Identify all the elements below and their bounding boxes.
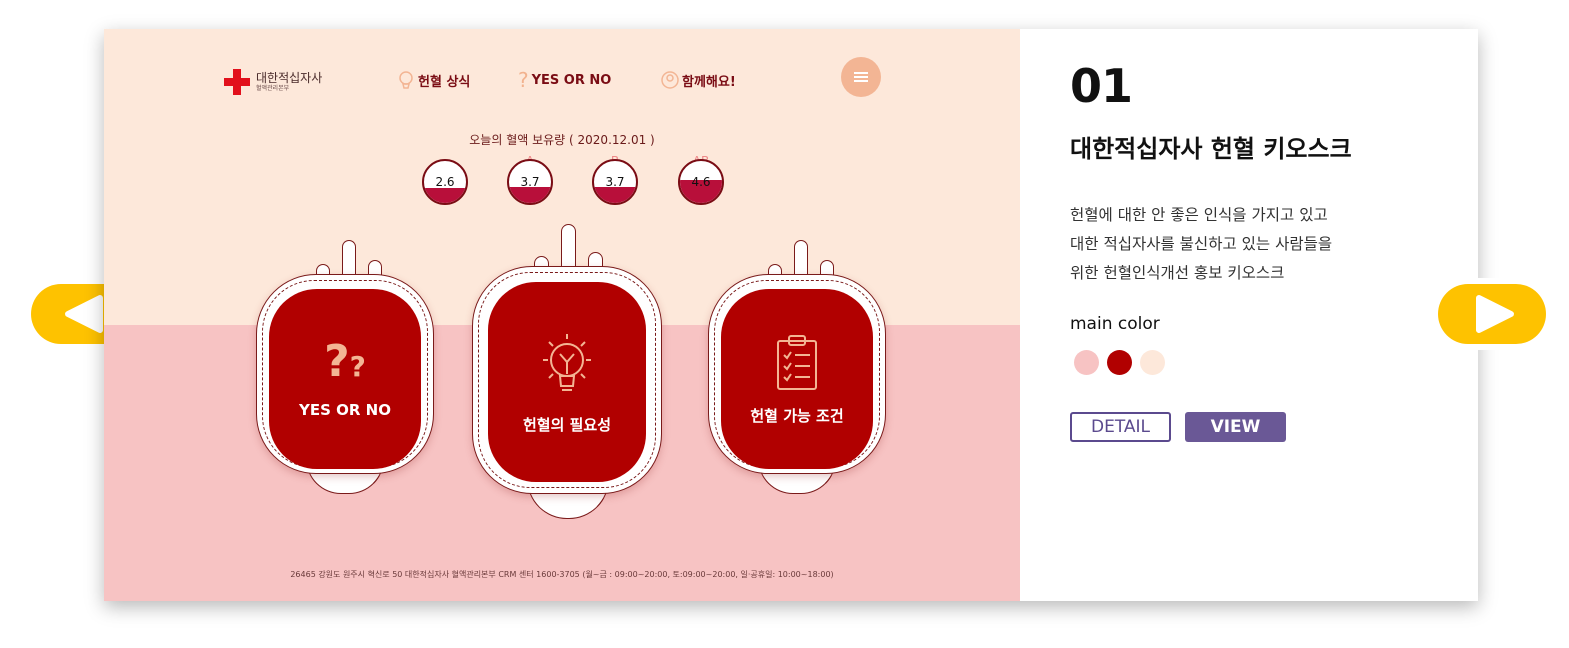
logo-name: 대한적십자사 — [256, 71, 323, 85]
description-line: 헌혈에 대한 안 좋은 인식을 가지고 있고 — [1070, 206, 1328, 224]
bag-need-for-donation[interactable]: 헌혈의 필요성 — [472, 224, 662, 524]
arrow-right-icon — [1476, 295, 1514, 333]
view-button[interactable]: VIEW — [1185, 412, 1286, 442]
clipboard-checklist-icon — [777, 334, 817, 390]
lightbulb-icon — [399, 71, 413, 89]
project-title: 대한적십자사 헌혈 키오스크 — [1070, 135, 1352, 163]
nav-label: 함께해요! — [682, 74, 736, 90]
bag-yes-or-no[interactable]: ?? YES OR NO — [256, 234, 434, 504]
nav-item-blood-knowledge[interactable]: 헌혈 상식 — [396, 69, 470, 91]
nav-item-yes-or-no[interactable]: ? YES OR NO — [518, 69, 611, 91]
bag-label: 헌혈 가능 조건 — [750, 406, 844, 425]
description-line: 위한 헌혈인식개선 홍보 키오스크 — [1070, 264, 1285, 282]
color-swatch-peach — [1140, 350, 1165, 375]
person-icon — [661, 71, 679, 89]
project-info-panel: 01 대한적십자사 헌혈 키오스크 헌혈에 대한 안 좋은 인식을 가지고 있고… — [1020, 29, 1478, 601]
main-color-swatches — [1074, 350, 1165, 375]
detail-button[interactable]: DETAIL — [1070, 412, 1171, 442]
red-cross-icon — [224, 69, 250, 95]
menu-button[interactable] — [841, 57, 881, 97]
hamburger-menu-icon — [854, 76, 868, 78]
description-line: 대한 적십자사를 불신하고 있는 사람들을 — [1070, 235, 1333, 253]
red-cross-logo: 대한적십자사 혈액관리본부 — [224, 69, 322, 95]
bag-label: 헌혈의 필요성 — [522, 415, 612, 434]
blood-stock-gauge: 3.7 — [507, 159, 553, 205]
color-swatch-pink — [1074, 350, 1099, 375]
footer-address: 26465 강원도 원주시 혁신로 50 대한적십자사 혈액관리본부 CRM 센… — [290, 570, 834, 579]
project-description: 헌혈에 대한 안 좋은 인식을 가지고 있고 대한 적십자사를 불신하고 있는 … — [1070, 201, 1430, 288]
blood-stock-gauge: 4.6 — [678, 159, 724, 205]
blood-stock-gauge: 3.7 — [592, 159, 638, 205]
project-number: 01 — [1070, 59, 1133, 113]
question-marks-icon: ?? — [324, 335, 366, 387]
blood-stock-gauge: 2.6 — [422, 159, 468, 205]
blood-stock-title: 오늘의 혈액 보유량 ( 2020.12.01 ) — [469, 133, 655, 147]
nav-item-together[interactable]: 함께해요! — [660, 69, 736, 91]
bag-donation-conditions[interactable]: 헌혈 가능 조건 — [708, 234, 886, 504]
main-color-label: main color — [1070, 314, 1160, 334]
bag-label: YES OR NO — [299, 400, 391, 419]
next-arrow-button[interactable] — [1433, 278, 1551, 350]
nav-label: YES OR NO — [531, 72, 612, 88]
lightbulb-icon — [543, 333, 591, 391]
nav-label: 헌혈 상식 — [418, 74, 471, 90]
color-swatch-red — [1107, 350, 1132, 375]
kiosk-mockup: 대한적십자사 혈액관리본부 헌혈 상식 ? YES OR NO 함께해요! 오늘… — [104, 29, 1020, 601]
question-mark-icon: ? — [518, 68, 529, 92]
project-card: 대한적십자사 혈액관리본부 헌혈 상식 ? YES OR NO 함께해요! 오늘… — [104, 29, 1478, 601]
logo-sub: 혈액관리본부 — [256, 85, 290, 92]
